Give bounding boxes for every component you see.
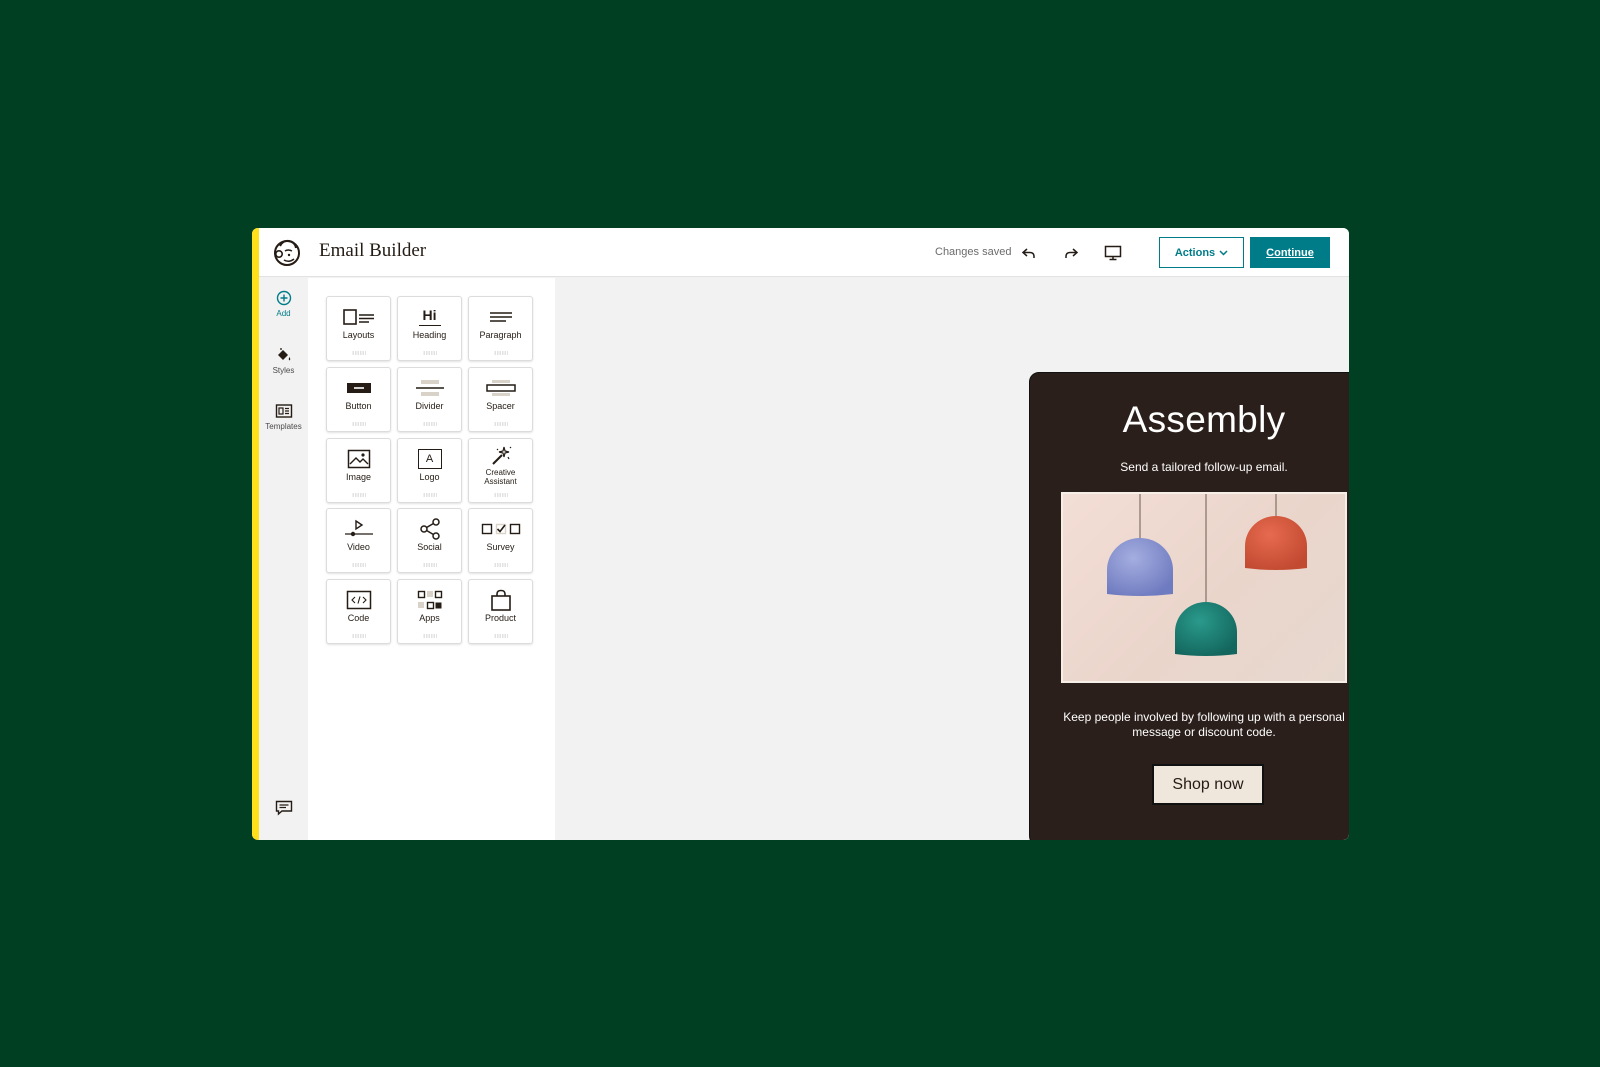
chevron-down-icon	[1219, 249, 1228, 256]
templates-icon	[275, 404, 292, 418]
block-layouts[interactable]: Layouts	[326, 296, 391, 361]
app-title: Email Builder	[319, 240, 427, 261]
email-hero-image[interactable]	[1061, 492, 1347, 683]
drag-handle-icon[interactable]	[494, 563, 508, 567]
block-survey[interactable]: Survey	[468, 508, 533, 573]
block-video[interactable]: Video	[326, 508, 391, 573]
drag-handle-icon[interactable]	[494, 422, 508, 426]
drag-handle-icon[interactable]	[494, 351, 508, 355]
logo-glyph: A	[425, 453, 434, 465]
top-bar: Email Builder Changes saved Actions Cont…	[259, 228, 1349, 277]
block-logo[interactable]: A Logo	[397, 438, 462, 503]
block-label: Spacer	[486, 401, 515, 411]
left-rail: Add Styles Templates	[259, 278, 308, 840]
redo-icon[interactable]	[1060, 242, 1082, 264]
divider-icon	[415, 380, 444, 396]
block-apps[interactable]: Apps	[397, 579, 462, 644]
drag-handle-icon[interactable]	[494, 634, 508, 638]
layouts-icon	[342, 309, 374, 325]
paragraph-icon	[489, 312, 512, 322]
block-label: Code	[347, 613, 370, 623]
block-label: Button	[345, 401, 372, 411]
rail-item-label: Templates	[265, 422, 302, 431]
image-icon	[347, 449, 370, 469]
drag-handle-icon[interactable]	[352, 422, 366, 426]
email-preview[interactable]: Assembly Send a tailored follow-up email…	[1029, 372, 1349, 840]
block-label: Logo	[419, 472, 440, 482]
rail-item-styles[interactable]: Styles	[259, 347, 308, 375]
block-code[interactable]: Code	[326, 579, 391, 644]
continue-button[interactable]: Continue	[1250, 237, 1330, 268]
feedback-chat-icon	[275, 800, 292, 816]
spacer-icon	[485, 380, 516, 396]
heading-glyph: Hi	[422, 306, 437, 323]
email-canvas: Assembly Send a tailored follow-up email…	[555, 278, 1349, 840]
block-label: Product	[484, 613, 517, 623]
content-blocks-panel: Layouts Hi Heading Paragraph Button Divi…	[308, 278, 555, 840]
block-heading[interactable]: Hi Heading	[397, 296, 462, 361]
block-label: Social	[417, 542, 442, 552]
block-paragraph[interactable]: Paragraph	[468, 296, 533, 361]
block-label: Layouts	[342, 330, 375, 340]
paint-bucket-icon	[277, 348, 290, 361]
drag-handle-icon[interactable]	[423, 351, 437, 355]
block-button[interactable]: Button	[326, 367, 391, 432]
brand-accent-bar	[252, 228, 259, 840]
actions-label: Actions	[1174, 246, 1216, 259]
video-icon	[344, 519, 373, 537]
rail-item-templates[interactable]: Templates	[259, 403, 308, 431]
block-divider[interactable]: Divider	[397, 367, 462, 432]
block-label: Heading	[412, 330, 447, 340]
add-circle-icon	[276, 290, 291, 306]
drag-handle-icon[interactable]	[423, 634, 437, 638]
drag-handle-icon[interactable]	[352, 493, 366, 497]
rail-item-label: Add	[276, 309, 291, 318]
code-icon	[346, 590, 371, 610]
email-body-text[interactable]: Keep people involved by following up wit…	[1060, 710, 1348, 740]
drag-handle-icon[interactable]	[494, 493, 508, 497]
block-label: Video	[347, 542, 370, 552]
drag-handle-icon[interactable]	[352, 351, 366, 355]
shopping-bag-icon	[490, 589, 511, 611]
drag-handle-icon[interactable]	[423, 563, 437, 567]
feedback-button[interactable]	[259, 800, 308, 816]
drag-handle-icon[interactable]	[352, 634, 366, 638]
block-label: Divider	[415, 401, 444, 411]
rail-item-add[interactable]: Add	[259, 290, 308, 318]
block-label: Apps	[419, 613, 440, 623]
button-block-icon	[346, 383, 371, 393]
drag-handle-icon[interactable]	[352, 563, 366, 567]
shop-now-button[interactable]: Shop now	[1152, 764, 1264, 805]
apps-icon	[417, 590, 442, 610]
block-social[interactable]: Social	[397, 508, 462, 573]
magic-wand-icon	[491, 446, 511, 465]
email-subheading[interactable]: Send a tailored follow-up email.	[1030, 460, 1349, 474]
block-label: Survey	[486, 542, 515, 552]
actions-dropdown-button[interactable]: Actions	[1159, 237, 1244, 268]
email-builder-window: Email Builder Changes saved Actions Cont…	[252, 228, 1349, 840]
drag-handle-icon[interactable]	[423, 493, 437, 497]
rail-item-label: Styles	[272, 366, 295, 375]
block-label: Creative Assistant	[484, 468, 517, 486]
undo-icon[interactable]	[1018, 242, 1040, 264]
drag-handle-icon[interactable]	[423, 422, 437, 426]
logo-icon: A	[417, 449, 442, 469]
block-creative-assistant[interactable]: Creative Assistant	[468, 438, 533, 503]
email-heading[interactable]: Assembly	[1030, 399, 1349, 441]
block-product[interactable]: Product	[468, 579, 533, 644]
block-label: Image	[345, 472, 371, 482]
heading-icon: Hi	[410, 306, 450, 328]
save-status: Changes saved	[935, 246, 1012, 258]
block-label: Paragraph	[479, 330, 522, 340]
survey-icon	[481, 523, 520, 535]
share-icon	[419, 518, 440, 540]
pendant-lamps-image	[1107, 494, 1307, 656]
block-image[interactable]: Image	[326, 438, 391, 503]
desktop-preview-icon[interactable]	[1102, 242, 1124, 264]
mailchimp-logo-icon	[274, 239, 300, 266]
block-spacer[interactable]: Spacer	[468, 367, 533, 432]
